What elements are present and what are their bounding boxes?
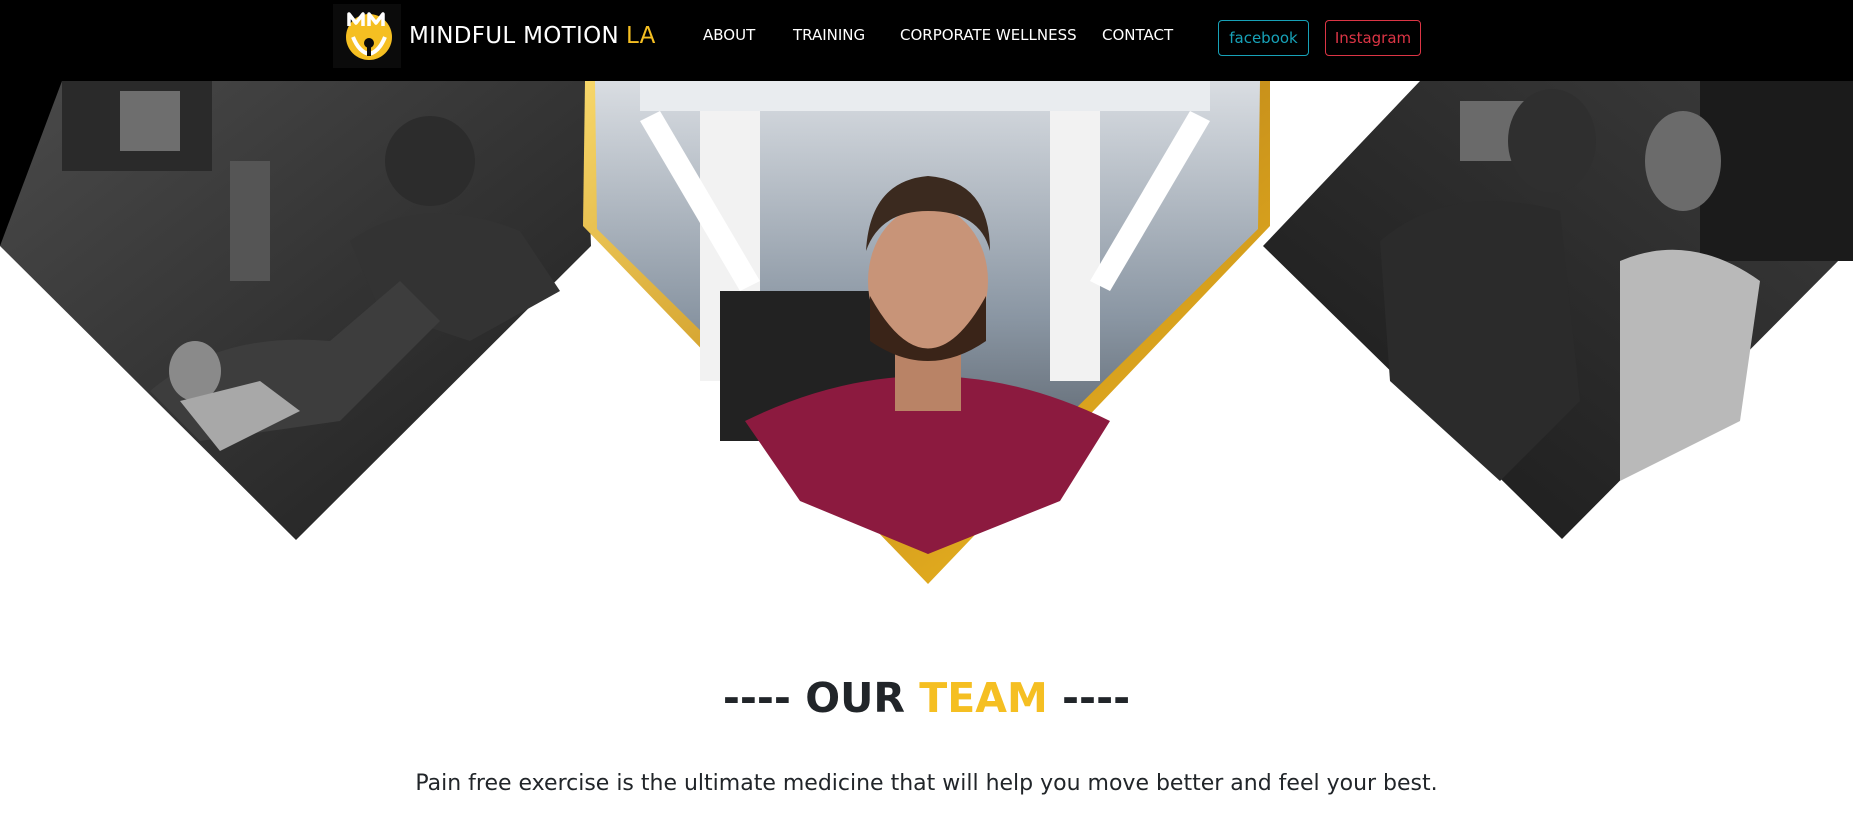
photo-right [1263,81,1853,539]
section-title: ---- OUR TEAM ---- [0,674,1853,722]
title-dashes-right: ---- [1062,674,1131,723]
title-main: OUR [805,674,905,723]
navbar: MINDFUL MOTION LA ABOUT TRAINING CORPORAT… [0,0,1853,81]
tagline: Pain free exercise is the ultimate medic… [415,771,1438,796]
hero-banner [0,81,1853,591]
nav-link-corporate-wellness[interactable]: CORPORATE WELLNESS [900,26,1077,44]
brand-link[interactable]: MINDFUL MOTION LA [333,4,656,68]
nav-link-contact[interactable]: CONTACT [1102,26,1173,44]
photo-left [0,81,591,540]
title-accent: TEAM [919,674,1048,723]
brand-title: MINDFUL MOTION LA [409,23,656,49]
title-dashes-left: ---- [722,674,791,723]
photo-center [583,81,1270,584]
facebook-button[interactable]: facebook [1218,20,1309,56]
hero-graphic [0,81,1853,584]
nav-link-about[interactable]: ABOUT [703,26,755,44]
brand-accent: LA [626,23,656,49]
mm-logo-icon [333,4,401,68]
nav-link-training[interactable]: TRAINING [793,26,865,44]
instagram-button[interactable]: Instagram [1325,20,1421,56]
